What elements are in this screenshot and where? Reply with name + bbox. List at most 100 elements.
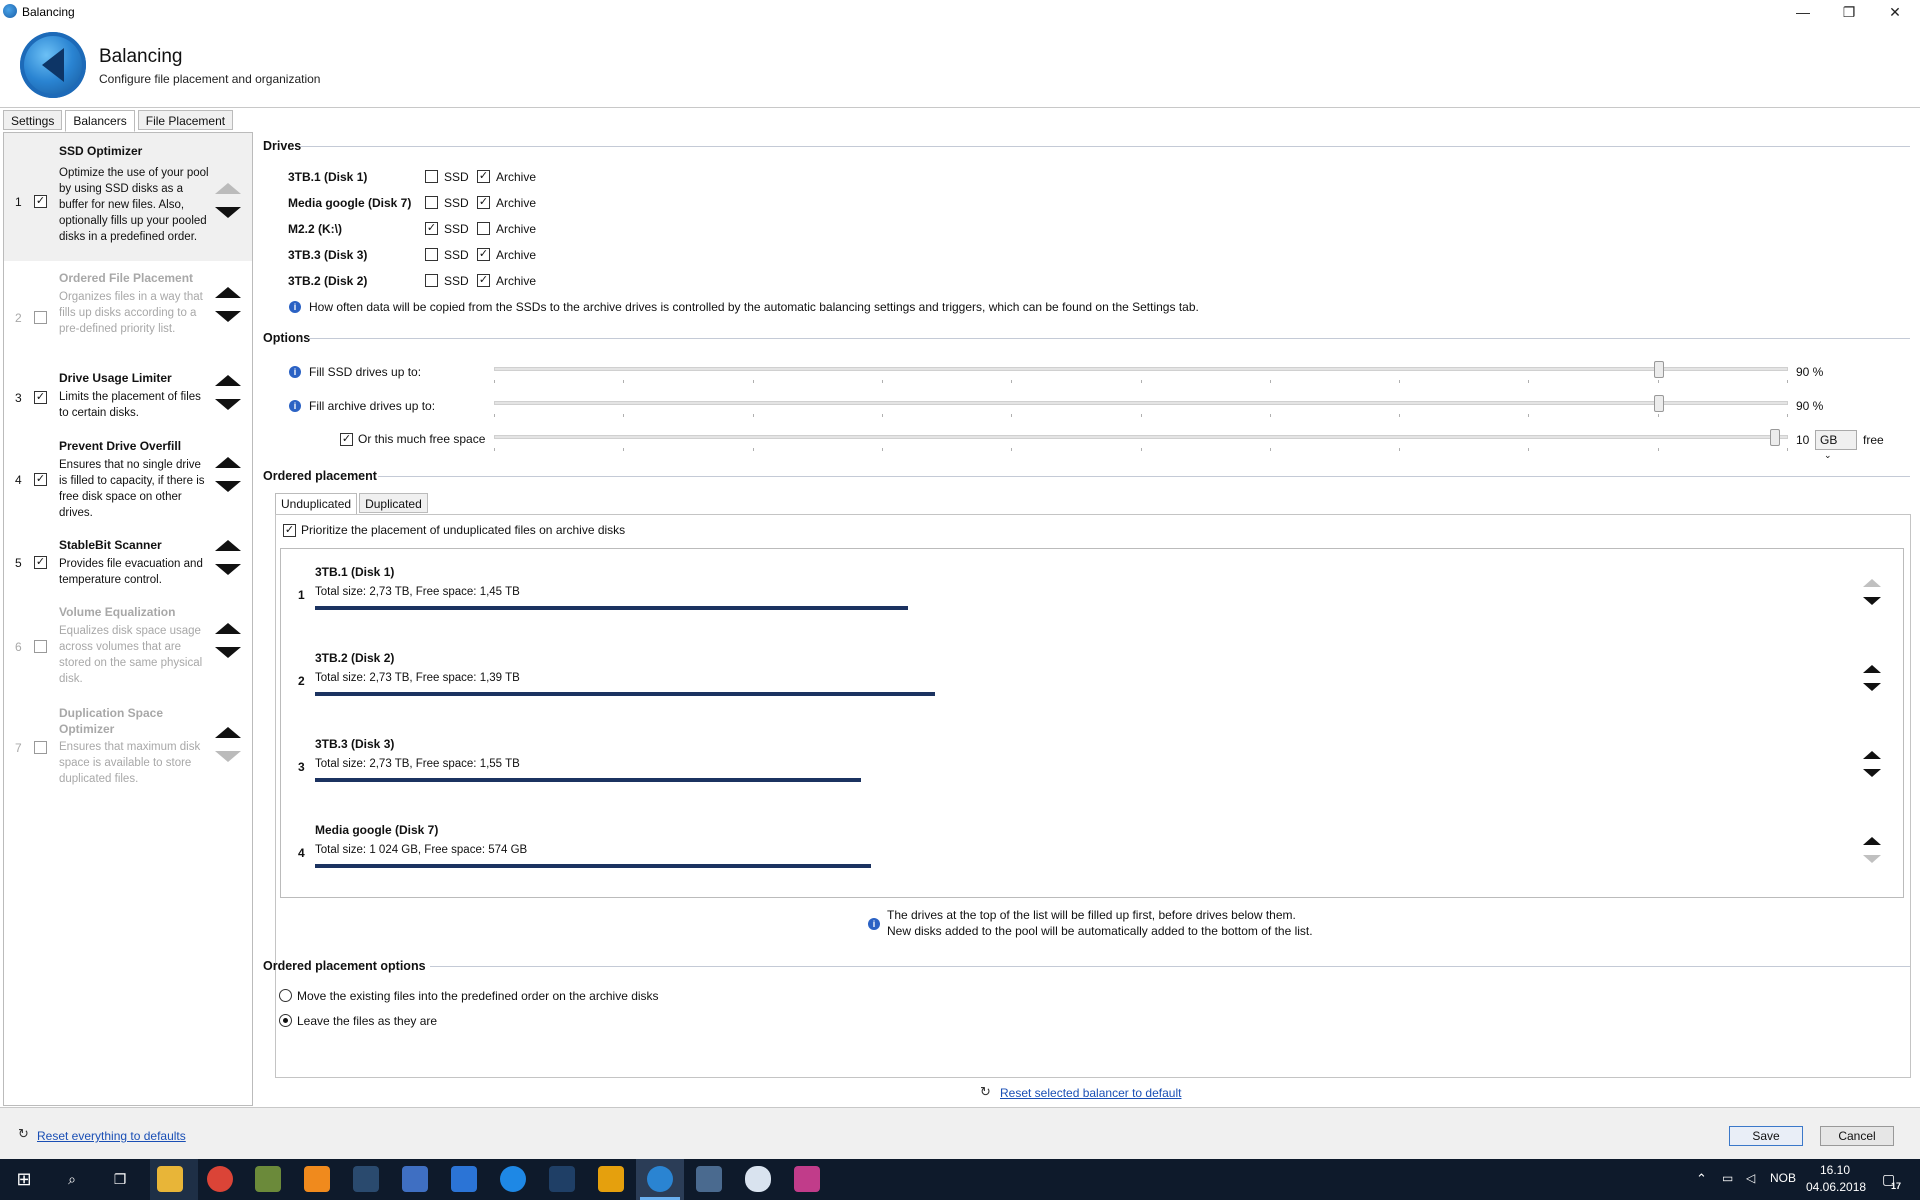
archive-checkbox[interactable]: ✓ <box>477 196 490 209</box>
file-explorer-icon[interactable] <box>157 1166 183 1192</box>
fill-ssd-slider-thumb[interactable] <box>1654 361 1664 378</box>
disk-move-up-icon[interactable] <box>1863 751 1881 759</box>
cancel-button[interactable]: Cancel <box>1820 1126 1894 1146</box>
tab-duplicated[interactable]: Duplicated <box>359 493 428 513</box>
app-icon[interactable] <box>549 1166 575 1192</box>
tray-chevron-up-icon[interactable]: ⌃ <box>1696 1171 1707 1187</box>
vlc-icon[interactable] <box>304 1166 330 1192</box>
save-button[interactable]: Save <box>1729 1126 1803 1146</box>
close-button[interactable]: ✕ <box>1872 0 1918 24</box>
task-view-icon[interactable]: ❐ <box>107 1166 133 1192</box>
tab-settings[interactable]: Settings <box>3 110 63 130</box>
clock-date[interactable]: 04.06.2018 <box>1806 1180 1866 1194</box>
balancer-checkbox[interactable]: ✓ <box>34 473 47 486</box>
balancer-item-ssd-optimizer[interactable]: 1 ✓ SSD Optimizer Optimize the use of yo… <box>4 133 252 261</box>
balancer-item-stablebit-scanner[interactable]: 5 ✓ StableBit Scanner Provides file evac… <box>4 538 252 594</box>
move-up-arrow-icon[interactable] <box>215 540 241 551</box>
search-icon[interactable]: ⌕ <box>59 1166 85 1192</box>
chrome-icon[interactable] <box>207 1166 233 1192</box>
move-down-arrow-icon[interactable] <box>215 647 241 658</box>
windows-start-icon[interactable]: ⊞ <box>11 1166 37 1192</box>
reset-everything-link[interactable]: Reset everything to defaults <box>37 1129 186 1143</box>
radio-move-files[interactable] <box>279 989 292 1002</box>
free-space-value[interactable]: 10 <box>1796 433 1809 447</box>
move-up-arrow-icon[interactable] <box>215 183 241 194</box>
ssd-checkbox[interactable] <box>425 248 438 261</box>
balancer-checkbox[interactable]: ✓ <box>34 556 47 569</box>
move-down-arrow-icon[interactable] <box>215 564 241 575</box>
balancer-item-duplication-space-optimizer[interactable]: 7 Duplication Space Optimizer Ensures th… <box>4 705 252 789</box>
balancer-checkbox[interactable] <box>34 741 47 754</box>
move-down-arrow-icon[interactable] <box>215 751 241 762</box>
disk-move-up-icon[interactable] <box>1863 665 1881 673</box>
free-space-checkbox[interactable]: ✓ <box>340 433 353 446</box>
move-down-arrow-icon[interactable] <box>215 399 241 410</box>
free-space-unit-select[interactable]: GB ⌄ <box>1815 430 1857 460</box>
clock-time[interactable]: 16.10 <box>1820 1163 1850 1177</box>
move-up-arrow-icon[interactable] <box>215 287 241 298</box>
scanner-icon[interactable] <box>696 1166 722 1192</box>
disk-move-up-icon[interactable] <box>1863 837 1881 845</box>
archive-checkbox[interactable]: ✓ <box>477 170 490 183</box>
app-icon[interactable] <box>794 1166 820 1192</box>
app-icon[interactable] <box>255 1166 281 1192</box>
move-up-arrow-icon[interactable] <box>215 457 241 468</box>
disk-move-down-icon[interactable] <box>1863 597 1881 605</box>
steam-icon[interactable] <box>353 1166 379 1192</box>
ordered-note-line2: New disks added to the pool will be auto… <box>887 924 1313 938</box>
fill-archive-slider-thumb[interactable] <box>1654 395 1664 412</box>
remote-desktop-icon[interactable] <box>402 1166 428 1192</box>
disk-row[interactable]: 3 3TB.3 (Disk 3) Total size: 2,73 TB, Fr… <box>281 721 1903 807</box>
ssd-checkbox[interactable] <box>425 196 438 209</box>
disk-row[interactable]: 4 Media google (Disk 7) Total size: 1 02… <box>281 807 1903 893</box>
input-language[interactable]: NOB <box>1770 1171 1796 1185</box>
balancer-checkbox[interactable] <box>34 311 47 324</box>
balancer-checkbox[interactable] <box>34 640 47 653</box>
disk-row[interactable]: 2 3TB.2 (Disk 2) Total size: 2,73 TB, Fr… <box>281 635 1903 721</box>
move-up-arrow-icon[interactable] <box>215 623 241 634</box>
disk-move-down-icon[interactable] <box>1863 855 1881 863</box>
archive-checkbox[interactable] <box>477 222 490 235</box>
fill-archive-slider[interactable] <box>494 401 1788 405</box>
balancer-checkbox[interactable]: ✓ <box>34 391 47 404</box>
disk-move-down-icon[interactable] <box>1863 769 1881 777</box>
drivepool-icon[interactable] <box>647 1166 673 1192</box>
restore-button[interactable]: ❐ <box>1826 0 1872 24</box>
fill-ssd-slider[interactable] <box>494 367 1788 371</box>
tab-balancers[interactable]: Balancers <box>65 110 135 132</box>
disk-row[interactable]: 1 3TB.1 (Disk 1) Total size: 2,73 TB, Fr… <box>281 549 1903 635</box>
prioritize-checkbox[interactable]: ✓ <box>283 524 296 537</box>
free-space-slider-thumb[interactable] <box>1770 429 1780 446</box>
minimize-button[interactable]: — <box>1780 0 1826 24</box>
free-space-slider[interactable] <box>494 435 1788 439</box>
archive-label: Archive <box>496 248 537 262</box>
archive-checkbox[interactable]: ✓ <box>477 274 490 287</box>
balancer-item-prevent-drive-overfill[interactable]: 4 ✓ Prevent Drive Overfill Ensures that … <box>4 439 252 519</box>
ssd-checkbox[interactable] <box>425 274 438 287</box>
mail-icon[interactable] <box>451 1166 477 1192</box>
balancer-item-drive-usage-limiter[interactable]: 3 ✓ Drive Usage Limiter Limits the place… <box>4 371 252 427</box>
disk-move-up-icon[interactable] <box>1863 579 1881 587</box>
volume-icon[interactable]: ◁ <box>1746 1171 1755 1185</box>
ssd-checkbox[interactable]: ✓ <box>425 222 438 235</box>
drivepool-logo-icon <box>20 32 86 98</box>
ssd-checkbox[interactable] <box>425 170 438 183</box>
radio-leave-files[interactable] <box>279 1014 292 1027</box>
balancer-item-volume-equalization[interactable]: 6 Volume Equalization Equalizes disk spa… <box>4 605 252 685</box>
plex-icon[interactable] <box>598 1166 624 1192</box>
move-down-arrow-icon[interactable] <box>215 311 241 322</box>
move-down-arrow-icon[interactable] <box>215 481 241 492</box>
disk-move-down-icon[interactable] <box>1863 683 1881 691</box>
reset-selected-balancer-link[interactable]: Reset selected balancer to default <box>1000 1086 1181 1100</box>
move-up-arrow-icon[interactable] <box>215 375 241 386</box>
move-up-arrow-icon[interactable] <box>215 727 241 738</box>
archive-checkbox[interactable]: ✓ <box>477 248 490 261</box>
move-down-arrow-icon[interactable] <box>215 207 241 218</box>
network-icon[interactable]: ▭ <box>1722 1171 1733 1185</box>
tab-unduplicated[interactable]: Unduplicated <box>275 493 358 515</box>
balancer-checkbox[interactable]: ✓ <box>34 195 47 208</box>
messenger-icon[interactable] <box>500 1166 526 1192</box>
tab-file-placement[interactable]: File Placement <box>137 110 234 130</box>
balancer-item-ordered-file-placement[interactable]: 2 Ordered File Placement Organizes files… <box>4 271 252 359</box>
cloud-icon[interactable] <box>745 1166 771 1192</box>
